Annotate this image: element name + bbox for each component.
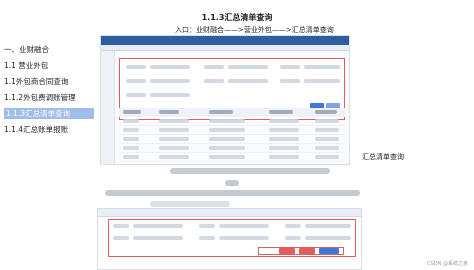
table-row[interactable] [119,135,345,144]
toc-item[interactable]: 1.1.2外包费调账管理 [4,92,94,108]
query-page-screenshot [100,35,350,165]
action-button[interactable] [279,248,295,254]
app-top-bar [101,36,349,45]
entry-path: 入口：业财融合——>营业外包——>汇总清单查询 [175,26,334,34]
action-button[interactable] [299,248,315,254]
watermark: CSDN @系统之家 [427,261,468,267]
app-side-nav [101,51,115,164]
blurred-text-line [105,190,360,196]
action-button[interactable] [319,248,339,254]
blurred-text-line [170,168,330,174]
toc-item[interactable]: 1.1外包商合同查询 [4,76,94,92]
table-row[interactable] [119,126,345,135]
detail-page-screenshot [97,208,362,270]
table-of-contents: 一、业财融合 1.1 营业外包 1.1外包商合同查询 1.1.2外包费调账管理 … [4,44,94,140]
action-buttons-highlight [258,247,344,255]
table-row[interactable] [119,144,345,153]
toc-item-active[interactable]: 1.1.3汇总清单查询 [4,108,94,119]
app-tab-strip [101,45,349,51]
blurred-text-line [150,201,230,207]
table-row[interactable] [119,162,345,164]
table-row[interactable] [119,153,345,162]
toc-item[interactable]: 1.1 营业外包 [4,60,94,76]
detail-header-bar [98,209,361,217]
blurred-text-line [225,180,239,186]
toc-item[interactable]: 一、业财融合 [4,44,94,60]
page-title: 1.1.3汇总清单查询 [201,13,273,22]
result-table [119,108,345,164]
side-caption: 汇总清单查询 [362,153,404,161]
table-row[interactable] [119,117,345,126]
table-header-row [119,108,345,117]
toc-item[interactable]: 1.1.4汇总账单报账 [4,124,94,140]
